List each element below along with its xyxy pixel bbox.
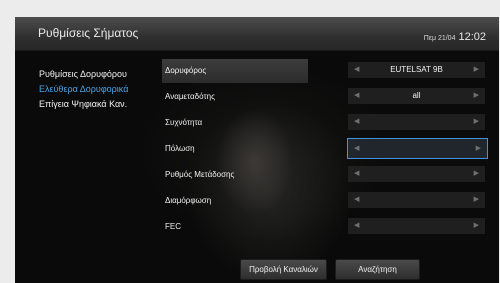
setting-label: Δορυφόρος [162,59,308,83]
setting-value: all [412,91,421,100]
page-title: Ρυθμίσεις Σήματος [38,26,139,40]
setting-value-selector-focused[interactable]: ◀ ▶ [347,138,488,159]
time-label: 12:02 [458,31,486,43]
setting-value [348,192,485,208]
arrow-right-icon[interactable]: ▶ [474,218,479,234]
setting-value-selector[interactable]: ◀ ▶ [348,114,485,130]
setting-value-selector[interactable]: ◀ ▶ [348,218,485,234]
tv-screen: Ρυθμίσεις Σήματος Πεμ 21/04 12:02 Ρυθμίσε… [15,17,499,283]
setting-value [348,114,485,130]
sidebar-item-free-satellite[interactable]: Ελεύθερα Δορυφορικά [39,82,154,97]
arrow-right-icon[interactable]: ▶ [474,192,479,208]
setting-value-selector[interactable]: ◀ ▶ [348,192,485,208]
clock: Πεμ 21/04 12:02 [424,27,486,45]
setting-value: EUTELSAT 9B [390,65,443,74]
setting-row-polarization[interactable]: Πόλωση ◀ ▶ [165,136,499,162]
arrow-right-icon[interactable]: ▶ [474,62,479,78]
arrow-right-icon[interactable]: ▶ [474,114,479,130]
setting-row-satellite[interactable]: Δορυφόρος ◀ EUTELSAT 9B ▶ [162,58,499,84]
arrow-right-icon[interactable]: ▶ [474,88,479,104]
setting-label: Πόλωση [165,144,195,153]
arrow-right-icon[interactable]: ▶ [476,139,481,158]
setting-value [348,218,485,234]
setting-label: FEC [165,222,181,231]
setting-row-fec[interactable]: FEC ◀ ▶ [165,214,499,240]
setting-label: Συχνότητα [165,118,203,127]
setting-value-selector[interactable]: ◀ EUTELSAT 9B ▶ [348,62,485,78]
setting-row-modulation[interactable]: Διαμόρφωση ◀ ▶ [165,188,499,214]
view-channels-button[interactable]: Προβολή Καναλιών [240,259,327,280]
sidebar-item-satellite-settings[interactable]: Ρυθμίσεις Δορυφόρου [39,67,154,82]
setting-value-selector[interactable]: ◀ ▶ [348,166,485,182]
setting-value [348,166,485,182]
setting-label: Διαμόρφωση [165,196,212,205]
setting-label: Αναμεταδότης [165,92,215,101]
date-label: Πεμ 21/04 [423,35,456,42]
setting-row-symbol-rate[interactable]: Ρυθμός Μετάδοσης ◀ ▶ [165,162,499,188]
arrow-right-icon[interactable]: ▶ [474,166,479,182]
header-bar: Ρυθμίσεις Σήματος Πεμ 21/04 12:02 [15,17,499,51]
search-button[interactable]: Αναζήτηση [335,259,420,280]
sidebar-menu: Ρυθμίσεις Δορυφόρου Ελεύθερα Δορυφορικά … [39,67,154,112]
sidebar-item-terrestrial-channels[interactable]: Επίγεια Ψηφιακά Καν. [39,97,154,112]
setting-label: Ρυθμός Μετάδοσης [165,170,235,179]
setting-value-selector[interactable]: ◀ all ▶ [348,88,485,104]
setting-row-frequency[interactable]: Συχνότητα ◀ ▶ [165,110,499,136]
setting-row-transponder[interactable]: Αναμεταδότης ◀ all ▶ [165,84,499,110]
setting-value [348,139,487,155]
